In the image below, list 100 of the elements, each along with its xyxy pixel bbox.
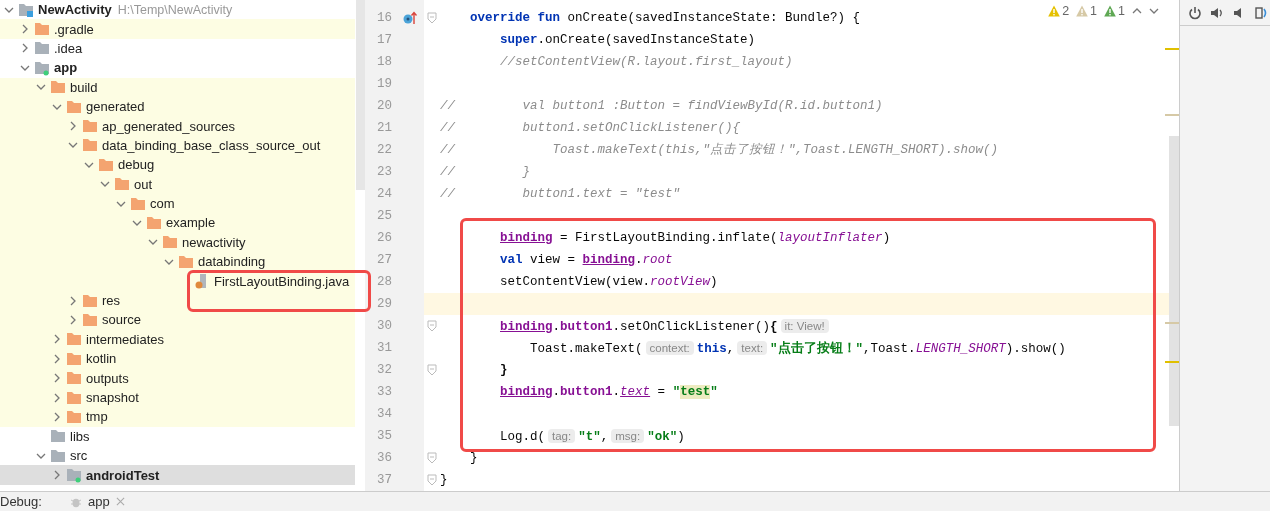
line-number: 35 (376, 429, 393, 443)
project-name: NewActivity (38, 2, 112, 18)
folder-icon (66, 350, 82, 367)
folder-icon (66, 98, 82, 115)
tree-item[interactable]: kotlin (0, 349, 355, 369)
folder-icon (66, 370, 82, 387)
tree-item[interactable]: data_binding_base_class_source_out (0, 135, 355, 156)
tree-item[interactable]: app (0, 58, 355, 78)
line-number: 19 (376, 77, 393, 91)
tree-item[interactable]: snapshot (0, 387, 355, 408)
chevron-right-icon[interactable] (20, 43, 30, 54)
code-line: } (499, 362, 508, 379)
volume-up-icon[interactable] (1210, 5, 1224, 20)
line-number: 21 (376, 121, 393, 135)
chevron-right-icon[interactable] (68, 121, 78, 132)
tree-item[interactable]: source (0, 310, 355, 330)
fold-marker-icon[interactable] (427, 364, 437, 376)
tree-item[interactable]: src (0, 446, 355, 466)
tree-item[interactable]: .idea (0, 38, 355, 59)
chevron-right-icon[interactable] (52, 392, 62, 403)
tree-item[interactable]: com (0, 193, 355, 214)
code-line: binding.button1.setOnClickListener(){ it: View! (440, 314, 832, 338)
item-label: .idea (54, 40, 83, 56)
line-number: 20 (376, 99, 393, 113)
module-folder-icon (66, 467, 82, 484)
tree-item[interactable]: build (0, 77, 355, 97)
line-number: 36 (376, 451, 393, 465)
fold-marker-icon[interactable] (427, 320, 437, 332)
item-label: newactivity (182, 234, 246, 250)
tree-item[interactable]: newactivity (0, 232, 355, 253)
line-number: 28 (376, 275, 393, 289)
item-label: tmp (86, 409, 108, 425)
item-label: com (150, 196, 175, 212)
tree-item[interactable]: outputs (0, 368, 355, 388)
line-number: 32 (376, 363, 393, 377)
tree-item[interactable]: debug (0, 155, 355, 175)
tree-item[interactable]: ap_generated_sources (0, 116, 355, 136)
code-line: Log.d( tag: "t", msg: "ok") (499, 427, 685, 446)
chevron-right-icon[interactable] (52, 353, 62, 364)
tree-item[interactable]: androidTest (0, 465, 355, 485)
rotate-device-icon[interactable] (1254, 5, 1268, 20)
power-icon[interactable] (1188, 5, 1202, 20)
item-label: snapshot (86, 390, 139, 405)
chevron-right-icon[interactable] (68, 295, 78, 306)
debug-label: Debug: (0, 494, 42, 509)
warning-count[interactable]: 1 (1104, 4, 1125, 18)
fold-marker-icon[interactable] (427, 474, 437, 486)
line-number: 27 (376, 253, 393, 267)
folder-icon (130, 195, 146, 212)
tree-item[interactable]: NewActivity H:\Temp\NewActivity (0, 0, 355, 20)
item-label: libs (70, 428, 90, 444)
scrollbar-thumb[interactable] (356, 0, 365, 190)
line-number: 29 (376, 297, 393, 311)
tree-item[interactable]: libs (0, 426, 355, 446)
item-label: kotlin (86, 351, 117, 367)
project-path: H:\Temp\NewActivity (117, 2, 233, 17)
item-label: outputs (86, 370, 129, 386)
chevron-down-icon[interactable] (1149, 6, 1159, 16)
code-line: } (469, 450, 478, 467)
folder-icon (66, 331, 82, 348)
code-line: override fun onCreate(savedInstanceState: Bundle?) { (469, 10, 861, 27)
chevron-down-icon[interactable] (132, 218, 142, 228)
tree-item[interactable]: generated (0, 96, 355, 117)
line-number: 18 (376, 55, 393, 69)
folder-icon (34, 40, 50, 57)
chevron-right-icon[interactable] (20, 24, 30, 35)
chevron-right-icon[interactable] (52, 373, 62, 384)
code-line: // button1.text = "test" (440, 186, 681, 203)
debug-tab[interactable]: app (69, 494, 125, 509)
warning-count[interactable]: 1 (1076, 4, 1098, 18)
tree-item[interactable]: FirstLayoutBinding.java (0, 271, 355, 291)
line-number: 16 (376, 11, 393, 25)
item-label: androidTest (86, 467, 160, 483)
code-line: //setContentView(R.layout.first_layout) (499, 54, 793, 71)
folder-icon (66, 389, 82, 406)
tree-item[interactable]: tmp (0, 407, 355, 427)
tree-item[interactable]: out (0, 174, 355, 194)
override-marker-icon[interactable] (403, 11, 417, 25)
module-folder-icon (34, 59, 50, 76)
scrollbar-thumb[interactable] (1169, 136, 1179, 426)
tree-item[interactable]: .gradle (0, 19, 355, 39)
warning-count[interactable]: 2 (1048, 4, 1070, 18)
tree-item[interactable]: intermediates (0, 329, 355, 350)
tree-item[interactable]: example (0, 213, 355, 233)
chevron-right-icon[interactable] (52, 411, 62, 422)
fold-marker-icon[interactable] (427, 452, 437, 464)
tree-item[interactable]: databinding (0, 252, 355, 272)
item-label: out (134, 176, 153, 192)
fold-marker-icon[interactable] (427, 12, 437, 24)
line-number: 24 (376, 187, 393, 201)
line-number: 33 (376, 385, 393, 399)
chevron-right-icon[interactable] (52, 470, 62, 481)
line-number: 34 (376, 407, 393, 421)
item-label: src (70, 448, 88, 464)
item-label: data_binding_base_class_source_out (102, 137, 321, 153)
chevron-right-icon[interactable] (68, 314, 78, 325)
code-line: setContentView(view.rootView) (499, 274, 718, 291)
chevron-up-icon[interactable] (1132, 6, 1142, 16)
code-line: binding.button1.text = "test" (499, 384, 718, 401)
chevron-right-icon[interactable] (52, 334, 62, 345)
